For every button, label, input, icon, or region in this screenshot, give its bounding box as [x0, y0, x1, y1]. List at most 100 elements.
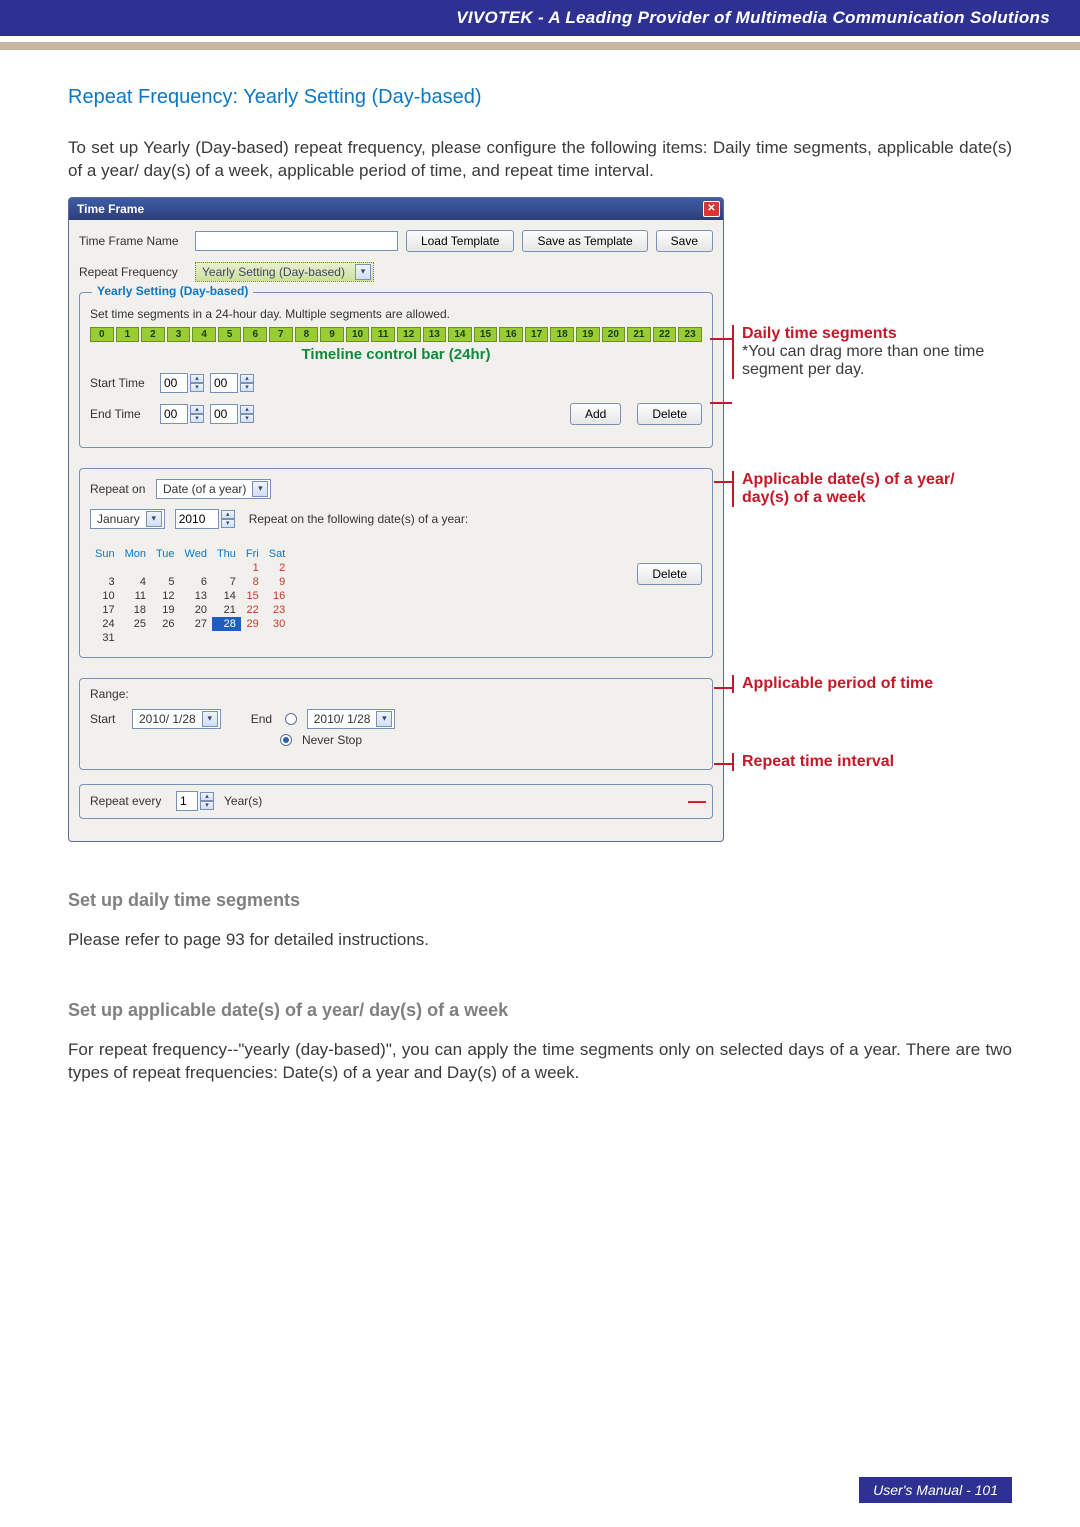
calendar-day[interactable]: 11: [120, 589, 151, 603]
month-select[interactable]: January ▾: [90, 509, 165, 529]
up-icon[interactable]: ▴: [240, 374, 254, 383]
calendar-day[interactable]: 7: [212, 575, 241, 589]
end-hour-input[interactable]: [160, 404, 188, 424]
down-icon[interactable]: ▾: [190, 414, 204, 423]
calendar-day[interactable]: 10: [90, 589, 120, 603]
timeline-hour[interactable]: 16: [499, 327, 523, 342]
up-icon[interactable]: ▴: [240, 405, 254, 414]
start-hour-stepper[interactable]: ▴▾: [160, 373, 204, 393]
timeline-hour[interactable]: 0: [90, 327, 114, 342]
up-icon[interactable]: ▴: [190, 405, 204, 414]
calendar-day[interactable]: 17: [90, 603, 120, 617]
timeline-hour[interactable]: 7: [269, 327, 293, 342]
calendar-dow: Sat: [264, 547, 291, 561]
timeline-control[interactable]: 01234567891011121314151617181920212223: [90, 327, 702, 342]
delete-segment-button[interactable]: Delete: [637, 403, 702, 425]
load-template-button[interactable]: Load Template: [406, 230, 515, 252]
calendar-day[interactable]: 3: [90, 575, 120, 589]
calendar-day[interactable]: 30: [264, 617, 291, 631]
down-icon[interactable]: ▾: [200, 801, 214, 810]
calendar-day[interactable]: 9: [264, 575, 291, 589]
up-icon[interactable]: ▴: [190, 374, 204, 383]
end-date-radio[interactable]: [285, 713, 297, 725]
calendar-day[interactable]: 1: [241, 561, 264, 575]
timeline-hour[interactable]: 4: [192, 327, 216, 342]
calendar-day[interactable]: 24: [90, 617, 120, 631]
down-icon[interactable]: ▾: [190, 383, 204, 392]
timeline-hour[interactable]: 15: [474, 327, 498, 342]
timeline-hour[interactable]: 18: [550, 327, 574, 342]
calendar-day[interactable]: 20: [180, 603, 212, 617]
timeline-hour[interactable]: 13: [423, 327, 447, 342]
delete-date-button[interactable]: Delete: [637, 563, 702, 585]
end-min-stepper[interactable]: ▴▾: [210, 404, 254, 424]
close-icon[interactable]: ✕: [703, 201, 720, 217]
calendar-day[interactable]: 8: [241, 575, 264, 589]
year-stepper[interactable]: ▴▾: [175, 509, 235, 529]
repeat-frequency-select[interactable]: Yearly Setting (Day-based) ▾: [195, 262, 374, 282]
range-end-date[interactable]: 2010/ 1/28 ▾: [307, 709, 396, 729]
calendar-day[interactable]: 4: [120, 575, 151, 589]
calendar-day[interactable]: 19: [151, 603, 180, 617]
timeline-hour[interactable]: 20: [602, 327, 626, 342]
timeline-hour[interactable]: 12: [397, 327, 421, 342]
timeline-hour[interactable]: 22: [653, 327, 677, 342]
timeline-hour[interactable]: 23: [678, 327, 702, 342]
end-hour-stepper[interactable]: ▴▾: [160, 404, 204, 424]
calendar-day[interactable]: 29: [241, 617, 264, 631]
timeline-hour[interactable]: 11: [371, 327, 395, 342]
calendar-day[interactable]: 28: [212, 617, 241, 631]
calendar-day[interactable]: 12: [151, 589, 180, 603]
never-stop-radio[interactable]: [280, 734, 292, 746]
calendar[interactable]: SunMonTueWedThuFriSat1234567891011121314…: [90, 547, 290, 645]
year-input[interactable]: [175, 509, 219, 529]
timeline-hour[interactable]: 6: [243, 327, 267, 342]
calendar-day[interactable]: 15: [241, 589, 264, 603]
start-hour-input[interactable]: [160, 373, 188, 393]
timeline-hour[interactable]: 14: [448, 327, 472, 342]
calendar-day[interactable]: 5: [151, 575, 180, 589]
range-start-date[interactable]: 2010/ 1/28 ▾: [132, 709, 221, 729]
calendar-day[interactable]: 27: [180, 617, 212, 631]
calendar-day[interactable]: 18: [120, 603, 151, 617]
calendar-day[interactable]: 31: [90, 631, 120, 645]
repeat-every-stepper[interactable]: ▴▾: [176, 791, 214, 811]
save-button[interactable]: Save: [656, 230, 713, 252]
timeline-hour[interactable]: 2: [141, 327, 165, 342]
timeline-hour[interactable]: 8: [295, 327, 319, 342]
timeline-hour[interactable]: 17: [525, 327, 549, 342]
down-icon[interactable]: ▾: [221, 519, 235, 528]
calendar-day[interactable]: 14: [212, 589, 241, 603]
down-icon[interactable]: ▾: [240, 414, 254, 423]
calendar-day[interactable]: 6: [180, 575, 212, 589]
start-min-input[interactable]: [210, 373, 238, 393]
timeline-hour[interactable]: 10: [346, 327, 370, 342]
calendar-day[interactable]: 16: [264, 589, 291, 603]
end-time-label: End Time: [90, 407, 160, 421]
end-min-input[interactable]: [210, 404, 238, 424]
calendar-day[interactable]: 13: [180, 589, 212, 603]
calendar-day[interactable]: 23: [264, 603, 291, 617]
up-icon[interactable]: ▴: [200, 792, 214, 801]
timeline-hour[interactable]: 21: [627, 327, 651, 342]
timeline-hour[interactable]: 19: [576, 327, 600, 342]
repeat-every-input[interactable]: [176, 791, 198, 811]
calendar-day[interactable]: 22: [241, 603, 264, 617]
calendar-day[interactable]: 25: [120, 617, 151, 631]
save-as-template-button[interactable]: Save as Template: [522, 230, 647, 252]
repeat-on-group: Repeat on Date (of a year) ▾ January ▾: [79, 468, 713, 658]
calendar-day[interactable]: 2: [264, 561, 291, 575]
timeline-hour[interactable]: 9: [320, 327, 344, 342]
start-min-stepper[interactable]: ▴▾: [210, 373, 254, 393]
repeat-on-select[interactable]: Date (of a year) ▾: [156, 479, 271, 499]
timeline-hour[interactable]: 5: [218, 327, 242, 342]
annotation-title: Applicable period of time: [742, 675, 992, 693]
add-button[interactable]: Add: [570, 403, 621, 425]
timeline-hour[interactable]: 3: [167, 327, 191, 342]
calendar-day[interactable]: 21: [212, 603, 241, 617]
timeline-hour[interactable]: 1: [116, 327, 140, 342]
time-frame-name-input[interactable]: [195, 231, 398, 251]
up-icon[interactable]: ▴: [221, 510, 235, 519]
calendar-day[interactable]: 26: [151, 617, 180, 631]
down-icon[interactable]: ▾: [240, 383, 254, 392]
